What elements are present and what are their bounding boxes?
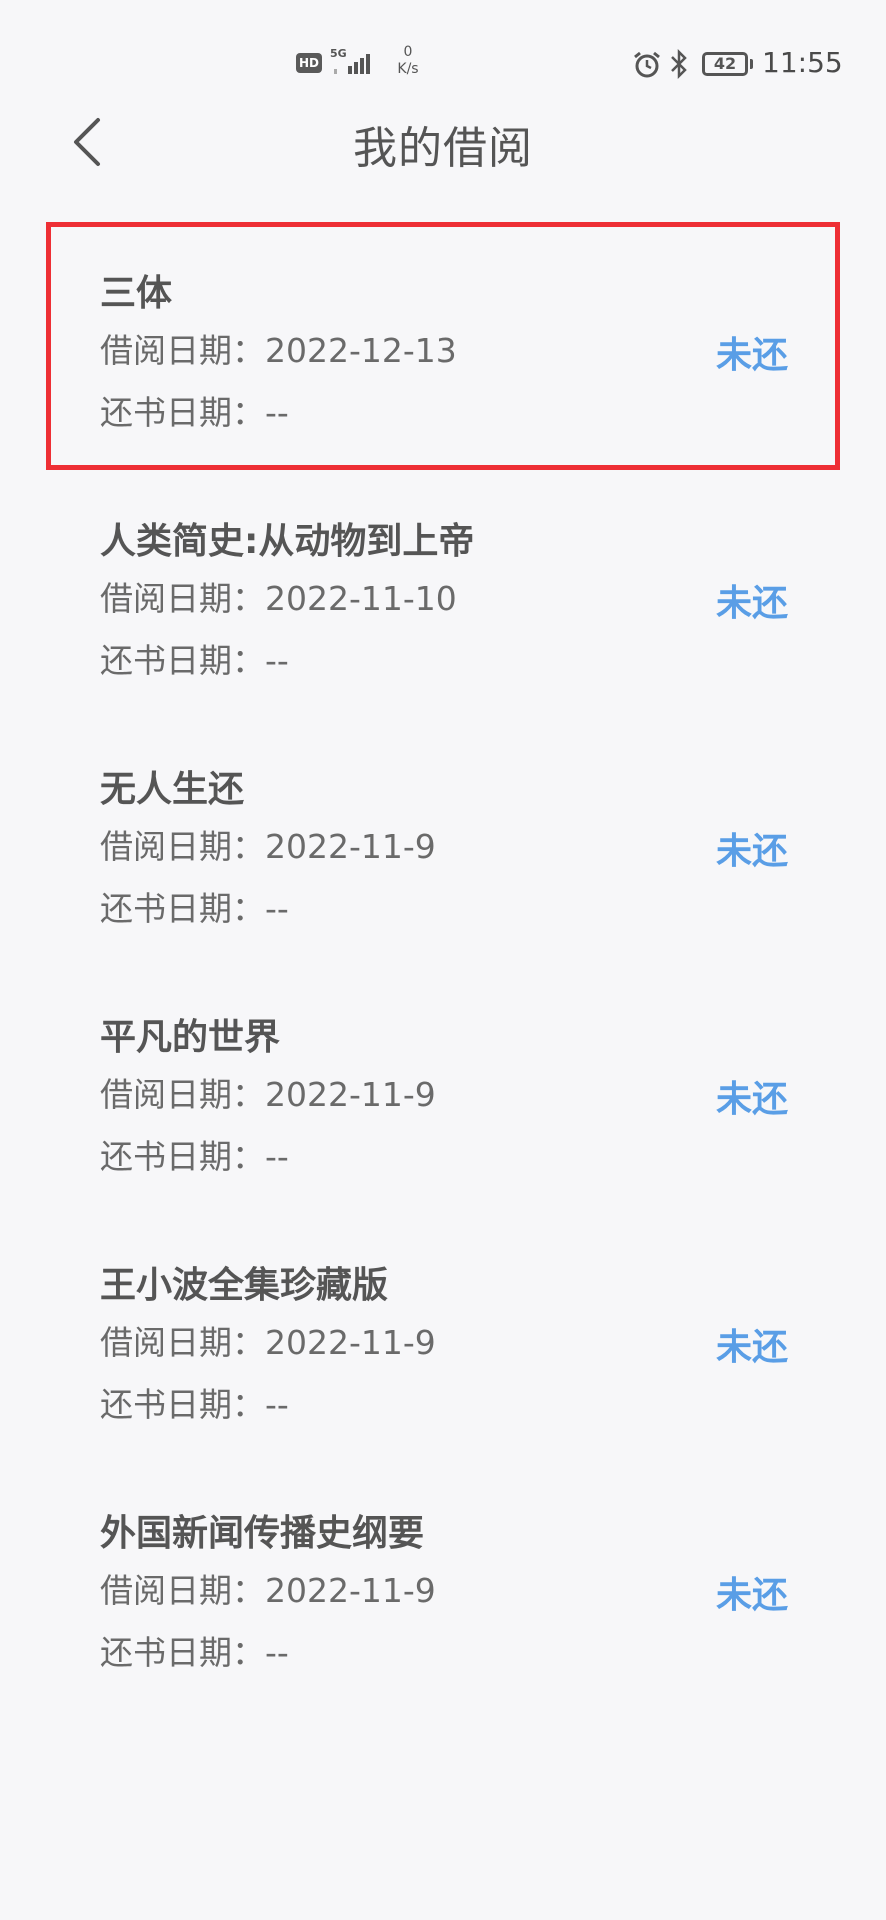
return-date-row: 还书日期：-- bbox=[100, 386, 289, 434]
list-item[interactable]: 平凡的世界 借阅日期：2022-11-9 还书日期：-- 未还 bbox=[0, 966, 886, 1214]
battery-icon: 42 bbox=[702, 52, 753, 76]
book-title: 外国新闻传播史纲要 bbox=[100, 1513, 425, 1554]
borrow-date: 2022-11-9 bbox=[265, 827, 436, 866]
return-date: -- bbox=[265, 889, 289, 928]
return-date-row: 还书日期：-- bbox=[100, 882, 289, 930]
list-item[interactable]: 人类简史:从动物到上帝 借阅日期：2022-11-10 还书日期：-- 未还 bbox=[0, 470, 886, 718]
borrow-date-row: 借阅日期：2022-12-13 bbox=[100, 324, 457, 372]
list-item[interactable]: 三体 借阅日期：2022-12-13 还书日期：-- 未还 bbox=[0, 222, 886, 470]
return-date: -- bbox=[265, 393, 289, 432]
borrow-date: 2022-12-13 bbox=[265, 331, 457, 370]
borrow-list: 三体 借阅日期：2022-12-13 还书日期：-- 未还 人类简史:从动物到上… bbox=[0, 222, 886, 1710]
list-item[interactable]: 无人生还 借阅日期：2022-11-9 还书日期：-- 未还 bbox=[0, 718, 886, 966]
borrow-date-row: 借阅日期：2022-11-9 bbox=[100, 1068, 436, 1116]
status-badge: 未还 bbox=[715, 1327, 788, 1368]
bluetooth-icon bbox=[671, 48, 687, 80]
book-title: 无人生还 bbox=[100, 769, 245, 810]
speed-value: 0 bbox=[403, 44, 413, 60]
status-badge: 未还 bbox=[715, 1575, 788, 1616]
signal-icon bbox=[334, 54, 370, 74]
status-badge: 未还 bbox=[715, 335, 788, 376]
clock: 11:55 bbox=[762, 46, 843, 79]
borrow-label: 借阅日期： bbox=[100, 1075, 265, 1114]
return-date: -- bbox=[265, 1633, 289, 1672]
return-label: 还书日期： bbox=[100, 393, 265, 432]
return-label: 还书日期： bbox=[100, 1385, 265, 1424]
nav-bar: 我的借阅 bbox=[0, 100, 886, 184]
status-badge: 未还 bbox=[715, 583, 788, 624]
borrow-label: 借阅日期： bbox=[100, 579, 265, 618]
return-label: 还书日期： bbox=[100, 1633, 265, 1672]
return-label: 还书日期： bbox=[100, 889, 265, 928]
borrow-date: 2022-11-10 bbox=[265, 579, 457, 618]
book-title: 人类简史:从动物到上帝 bbox=[100, 521, 475, 562]
status-badge: 未还 bbox=[715, 831, 788, 872]
return-label: 还书日期： bbox=[100, 1137, 265, 1176]
return-label: 还书日期： bbox=[100, 641, 265, 680]
return-date: -- bbox=[265, 641, 289, 680]
return-date-row: 还书日期：-- bbox=[100, 1378, 289, 1426]
book-title: 平凡的世界 bbox=[100, 1017, 281, 1058]
alarm-icon bbox=[634, 51, 660, 78]
return-date: -- bbox=[265, 1385, 289, 1424]
page-title: 我的借阅 bbox=[353, 123, 533, 174]
borrow-label: 借阅日期： bbox=[100, 1571, 265, 1610]
return-date-row: 还书日期：-- bbox=[100, 634, 289, 682]
book-title: 三体 bbox=[100, 273, 173, 314]
return-date-row: 还书日期：-- bbox=[100, 1626, 289, 1674]
book-title: 王小波全集珍藏版 bbox=[100, 1265, 389, 1306]
borrow-date: 2022-11-9 bbox=[265, 1075, 436, 1114]
borrow-label: 借阅日期： bbox=[100, 827, 265, 866]
list-item[interactable]: 王小波全集珍藏版 借阅日期：2022-11-9 还书日期：-- 未还 bbox=[0, 1214, 886, 1462]
hd-badge: HD bbox=[296, 53, 322, 73]
borrow-date-row: 借阅日期：2022-11-9 bbox=[100, 1564, 436, 1612]
borrow-label: 借阅日期： bbox=[100, 331, 265, 370]
return-date-row: 还书日期：-- bbox=[100, 1130, 289, 1178]
list-item[interactable]: 外国新闻传播史纲要 借阅日期：2022-11-9 还书日期：-- 未还 bbox=[0, 1462, 886, 1710]
borrow-date-row: 借阅日期：2022-11-9 bbox=[100, 1316, 436, 1364]
borrow-label: 借阅日期： bbox=[100, 1323, 265, 1362]
network-speed: 0 K/s bbox=[386, 44, 430, 78]
status-badge: 未还 bbox=[715, 1079, 788, 1120]
borrow-date-row: 借阅日期：2022-11-9 bbox=[100, 820, 436, 868]
return-date: -- bbox=[265, 1137, 289, 1176]
borrow-date: 2022-11-9 bbox=[265, 1323, 436, 1362]
borrow-date-row: 借阅日期：2022-11-10 bbox=[100, 572, 457, 620]
speed-unit: K/s bbox=[397, 61, 419, 77]
borrow-date: 2022-11-9 bbox=[265, 1571, 436, 1610]
